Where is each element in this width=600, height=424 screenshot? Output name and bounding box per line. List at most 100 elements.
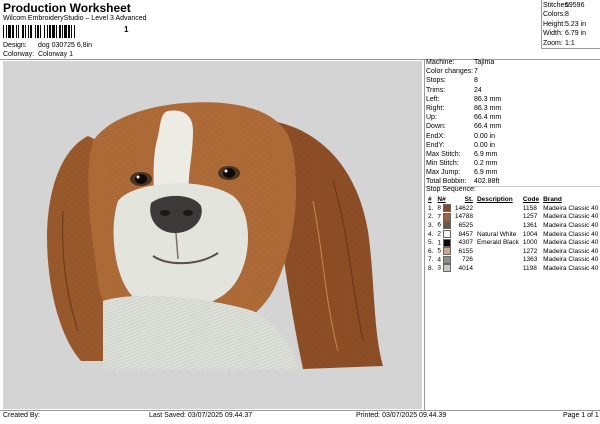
row-stitches: 726: [462, 256, 473, 264]
row-brand: Madeira Classic 40: [543, 213, 599, 221]
row-code: 1257: [522, 213, 538, 221]
info-endx: EndX: 0.00 in: [426, 132, 496, 140]
row-description: [475, 247, 521, 256]
table-row: 5. 1 4307 Emerald Black 1000 Madeira Classic…: [426, 238, 600, 247]
row-number: 1.: [428, 204, 434, 212]
row-code: 1004: [522, 230, 538, 238]
table-row: 8. 3 4014 1198 Madeira Classic 40: [426, 264, 600, 273]
stat-colors: Colors: 8: [543, 11, 569, 19]
info-down: Down: 66.4 mm: [426, 123, 502, 131]
col-brand: Brand: [543, 196, 562, 203]
row-needle: 5: [435, 247, 452, 256]
machine-info: Machine: Tajima Color changes: 7 Stops: 8 T…: [426, 58, 598, 187]
stat-height: Height: 5.23 in: [543, 20, 587, 28]
needle-number: 6: [437, 222, 442, 230]
colorway-value: Colorway 1: [37, 51, 73, 58]
table-header-row: # N# St. Description Code Brand: [426, 195, 600, 204]
row-brand: Madeira Classic 40: [543, 264, 599, 272]
needle-number: 8: [437, 205, 442, 213]
color-swatch: [442, 255, 451, 264]
row-description: [475, 264, 521, 273]
row-brand: Madeira Classic 40: [543, 221, 599, 229]
info-color-changes: Color changes: 7: [426, 68, 478, 76]
table-row: 1. 8 14622 1158 Madeira Classic 40: [426, 204, 600, 213]
col-description: Description: [476, 196, 513, 203]
row-needle: 8: [435, 204, 452, 213]
row-needle: 2: [435, 230, 452, 239]
footer-rule: [0, 410, 600, 411]
stop-sequence-table: # N# St. Description Code Brand 1. 8 1462…: [426, 195, 600, 273]
info-endy: EndY: 0.00 in: [426, 141, 496, 149]
row-number: 3.: [428, 221, 434, 229]
stats-bottom-rule: [541, 48, 600, 49]
color-swatch: [442, 212, 451, 221]
design-preview: [3, 61, 422, 409]
stop-sequence-title: Stop Sequence:: [426, 186, 476, 193]
col-code: Code: [522, 196, 540, 203]
stat-width: Width: 6.79 in: [543, 30, 587, 38]
col-number: #: [428, 196, 432, 203]
row-stitches: 4307: [458, 239, 473, 247]
row-brand: Madeira Classic 40: [543, 204, 599, 212]
needle-number: 3: [437, 265, 442, 273]
row-description: [475, 221, 521, 230]
design-value: dog 030725 6,8in: [37, 42, 93, 49]
info-trims: Trims: 24: [426, 86, 482, 94]
row-description: [475, 256, 521, 265]
row-needle: 6: [435, 221, 452, 230]
color-swatch: [442, 204, 451, 213]
table-row: 4. 2 8457 Natural White 1004 Madeira Classic…: [426, 230, 600, 239]
panel-divider: [424, 59, 425, 410]
col-needle: N#: [437, 196, 446, 203]
row-number: 2.: [428, 213, 434, 221]
stats-box: Stitches: 59596 Colors: 8 Height: 5.23 in W…: [543, 1, 599, 48]
row-number: 6.: [428, 247, 434, 255]
colorway-label: Colorway:: [3, 51, 35, 58]
row-brand: Madeira Classic 40: [543, 230, 599, 238]
barcode-suffix: 1: [124, 25, 129, 34]
footer-last-saved: Last Saved: 03/07/2025 09.44.37: [149, 412, 253, 419]
info-min-stitch: Min Stitch: 0.2 mm: [426, 160, 498, 168]
row-number: 7.: [428, 256, 434, 264]
footer-created-by: Created By:: [3, 412, 40, 419]
table-row: 3. 6 6525 1361 Madeira Classic 40: [426, 221, 600, 230]
row-stitches: 14788: [454, 213, 473, 221]
row-description: [475, 213, 521, 222]
row-number: 4.: [428, 230, 434, 238]
design-row: Design: dog 030725 6,8in: [3, 42, 92, 49]
row-stitches: 4014: [458, 264, 473, 272]
software-subtitle: Wilcom EmbroideryStudio – Level 3 Advanc…: [3, 15, 147, 22]
color-swatch: [442, 230, 451, 239]
color-swatch: [442, 221, 451, 230]
table-row: 7. 4 726 1363 Madeira Classic 40: [426, 255, 600, 265]
stat-zoom: Zoom: 1:1: [543, 39, 575, 47]
barcode: [3, 25, 75, 38]
row-code: 1363: [522, 256, 538, 264]
stats-divider: [541, 0, 542, 48]
row-description: Natural White: [476, 230, 517, 238]
table-row: 6. 5 6155 1272 Madeira Classic 40: [426, 247, 600, 256]
row-needle: 1: [435, 238, 452, 247]
needle-number: 1: [437, 239, 442, 247]
row-brand: Madeira Classic 40: [543, 247, 599, 255]
color-swatch: [442, 238, 451, 247]
needle-number: 7: [437, 213, 442, 221]
needle-number: 4: [437, 256, 442, 264]
dog-embroidery-image: [47, 102, 383, 369]
row-description: [475, 204, 521, 213]
info-stops: Stops: 8: [426, 77, 478, 85]
needle-number: 2: [437, 230, 442, 238]
color-swatch: [442, 264, 451, 273]
row-needle: 4: [435, 255, 452, 265]
row-needle: 3: [435, 264, 452, 273]
needle-number: 5: [437, 247, 442, 255]
info-up: Up: 66.4 mm: [426, 114, 502, 122]
row-number: 5.: [428, 239, 434, 247]
info-max-stitch: Max Stitch: 6.9 mm: [426, 150, 498, 158]
row-code: 1361: [522, 221, 538, 229]
row-stitches: 14622: [454, 204, 473, 212]
row-needle: 7: [435, 212, 452, 222]
info-left: Left: 86.3 mm: [426, 95, 502, 103]
info-max-jump: Max Jump: 6.9 mm: [426, 169, 498, 177]
table-row: 2. 7 14788 1257 Madeira Classic 40: [426, 212, 600, 222]
